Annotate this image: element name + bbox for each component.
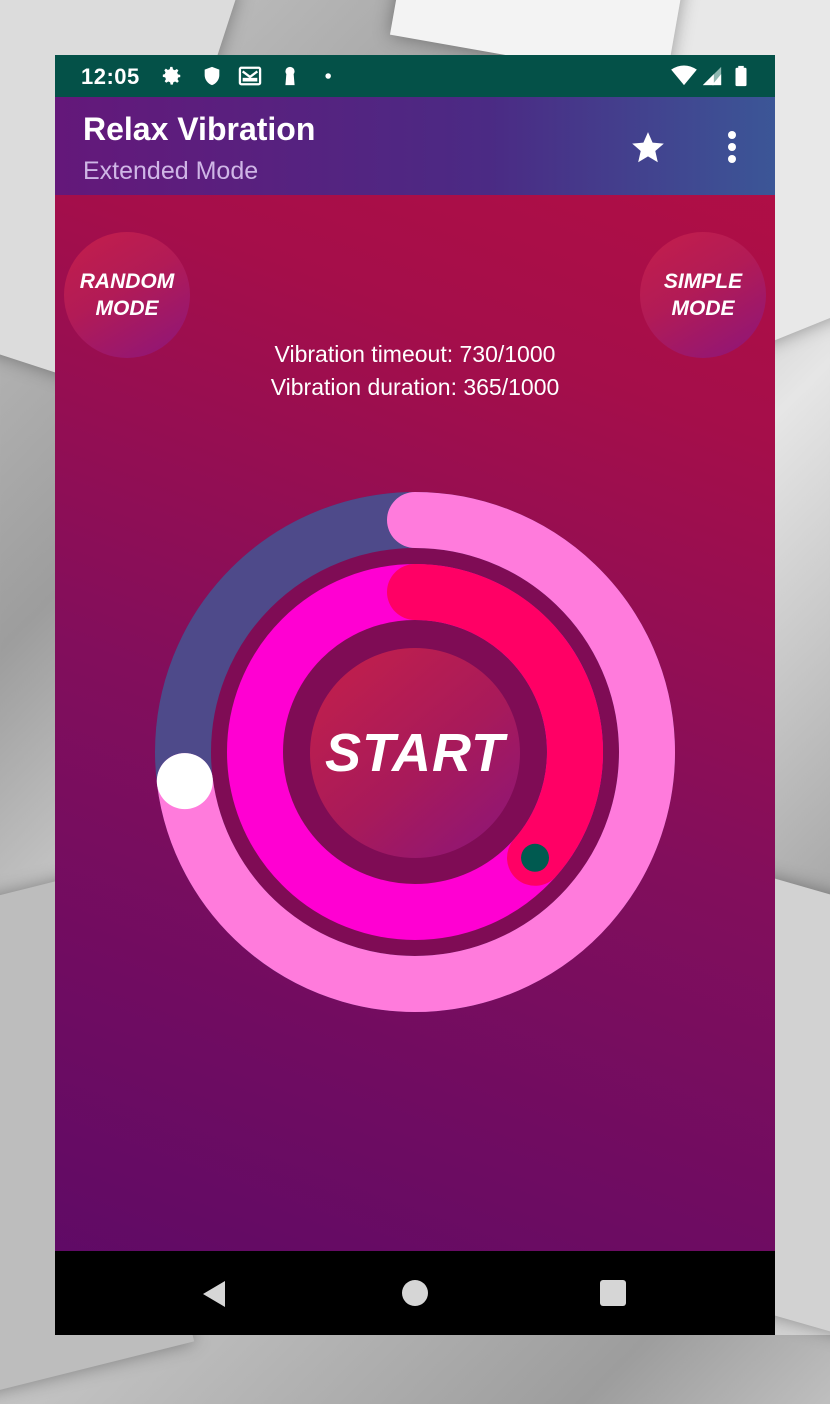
recents-icon[interactable] [600,1280,626,1306]
outer-slider-thumb[interactable] [156,753,213,810]
inner-slider-thumb[interactable] [521,843,550,872]
home-icon[interactable] [402,1280,428,1306]
start-button-label: START [325,723,505,783]
navigation-bar [55,1251,775,1335]
phone-screen: 12:05 Relax Vibration Extended Mode RAND… [55,55,775,1335]
start-button[interactable]: START [310,648,520,858]
back-icon[interactable] [201,1280,227,1308]
